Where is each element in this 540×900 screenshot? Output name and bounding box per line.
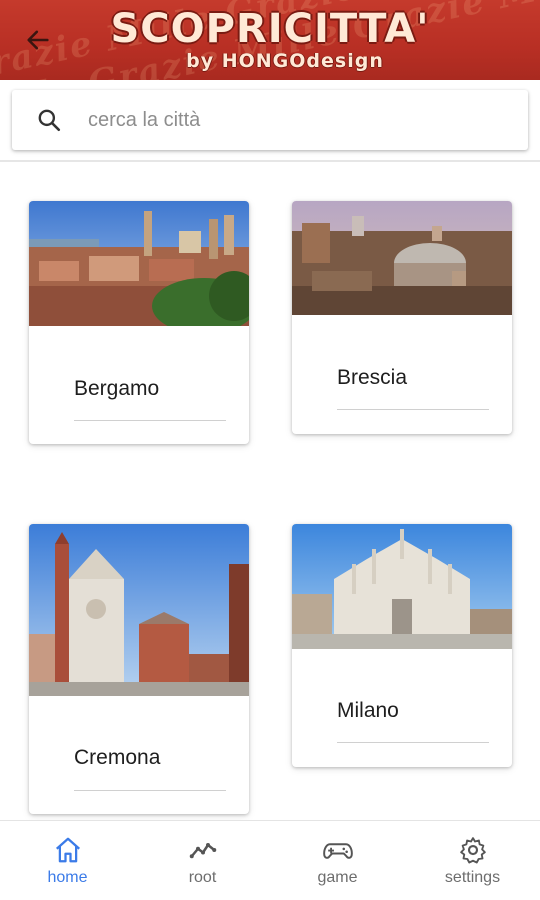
city-name: Milano [337,699,399,722]
city-card-cremona[interactable]: Cremona [29,524,249,814]
city-card-brescia[interactable]: Brescia [292,201,512,434]
divider [0,160,540,162]
home-icon [53,835,83,865]
nav-home[interactable]: home [0,821,135,900]
app-header: Grazie Mille Grazie Mille Grazie MilleMi… [0,0,540,80]
gamepad-icon [322,835,353,865]
city-name: Bergamo [74,377,160,400]
nav-label: settings [444,868,501,886]
city-card-bergamo[interactable]: Bergamo [29,201,249,444]
app-subtitle: by HONGOdesign [186,50,384,72]
bottom-navigation: home root game settings [0,820,540,900]
city-underline [337,409,489,410]
city-image [292,201,512,315]
search-bar [12,90,528,150]
city-name: Brescia [337,366,408,389]
app-title: SCOPRICITTA' [110,6,430,52]
nav-label: home [47,868,88,886]
nav-settings[interactable]: settings [405,821,540,900]
nav-root[interactable]: root [135,821,270,900]
search-icon[interactable] [34,105,64,135]
gear-icon [458,835,488,865]
nav-label: game [317,868,358,886]
nav-game[interactable]: game [270,821,405,900]
city-underline [74,790,226,791]
trend-icon [188,835,218,865]
nav-label: root [188,868,217,886]
city-name: Cremona [74,746,161,769]
city-underline [337,742,489,743]
search-input[interactable] [88,108,488,132]
city-image [292,524,512,649]
city-image [29,201,249,326]
city-underline [74,420,226,421]
city-image [29,524,249,696]
city-card-milano[interactable]: Milano [292,524,512,767]
